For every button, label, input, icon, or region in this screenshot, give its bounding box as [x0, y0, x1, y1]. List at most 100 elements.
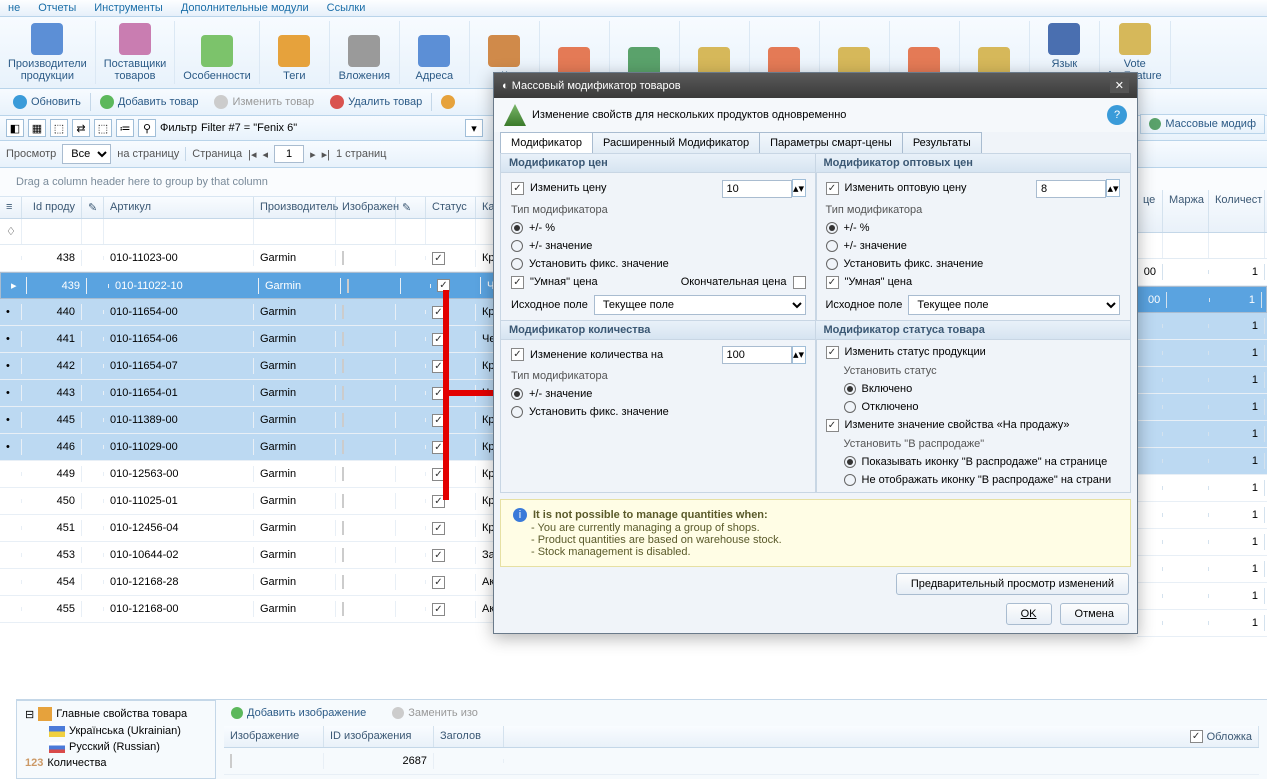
status-checkbox[interactable]: ✓ [432, 522, 445, 535]
refresh-button[interactable]: Обновить [6, 92, 88, 112]
tab-modifier[interactable]: Модификатор [500, 132, 593, 153]
spinner-icon[interactable]: ▴▾ [792, 179, 806, 197]
last-page-button[interactable]: ▸| [322, 148, 330, 161]
tab-smartprice[interactable]: Параметры смарт-цены [759, 132, 903, 153]
first-page-button[interactable]: |◂ [248, 148, 256, 161]
table-row[interactable]: 1 [1137, 394, 1267, 421]
menu-item[interactable]: Инструменты [94, 2, 163, 14]
filter-button[interactable]: ⇄ [72, 119, 90, 137]
filter-button[interactable]: ◧ [6, 119, 24, 137]
final-price-checkbox[interactable] [793, 276, 806, 289]
ribbon-button[interactable]: Вложения [330, 21, 400, 84]
status-checkbox[interactable]: ✓ [432, 252, 445, 265]
ribbon-button[interactable]: Поставщикитоваров [96, 21, 176, 84]
table-row[interactable]: 1 [1137, 583, 1267, 610]
table-row[interactable]: 1 [1137, 448, 1267, 475]
table-row[interactable]: 1 [1137, 475, 1267, 502]
thumbnail [342, 440, 344, 454]
mass-modify-button[interactable]: Массовые модиф [1140, 114, 1265, 134]
edit-product-button[interactable]: Изменить товар [207, 92, 321, 112]
radio-enabled[interactable] [844, 383, 856, 395]
ribbon-icon [418, 35, 450, 67]
prev-page-button[interactable]: ◂ [263, 148, 269, 161]
help-icon[interactable]: ? [1107, 105, 1127, 125]
ok-button[interactable]: OK [1006, 603, 1052, 625]
change-price-checkbox[interactable]: ✓ [511, 182, 524, 195]
table-row[interactable]: 1 [1137, 529, 1267, 556]
price-value-input[interactable] [722, 180, 792, 198]
ribbon-button[interactable]: Производителипродукции [0, 21, 96, 84]
radio-value[interactable] [511, 240, 523, 252]
cover-checkbox[interactable]: ✓ [1190, 730, 1203, 743]
ribbon-icon [1048, 23, 1080, 55]
radio-value[interactable] [511, 388, 523, 400]
add-image-button[interactable]: Добавить изображение [224, 704, 373, 722]
warning-box: i It is not possible to manage quantitie… [500, 499, 1131, 567]
menu-item[interactable]: Дополнительные модули [181, 2, 309, 14]
next-page-button[interactable]: ▸ [310, 148, 316, 161]
qty-value-input[interactable] [722, 346, 792, 364]
tab-results[interactable]: Результаты [902, 132, 982, 153]
source-field-select[interactable]: Текущее поле [908, 295, 1120, 315]
preview-button[interactable]: Предварительный просмотр изменений [896, 573, 1129, 595]
table-row[interactable]: 001 [1137, 286, 1267, 313]
ribbon-button[interactable]: Особенности [175, 21, 260, 84]
properties-tree[interactable]: ⊟ Главные свойства товара Українська (Uk… [16, 700, 216, 779]
table-row[interactable]: 1 [1137, 313, 1267, 340]
menu-item[interactable]: не [8, 2, 20, 14]
ribbon-icon [119, 23, 151, 55]
filter-button[interactable]: ▦ [28, 119, 46, 137]
spinner-icon[interactable]: ▴▾ [792, 346, 806, 364]
smart-price-checkbox[interactable]: ✓ [511, 276, 524, 289]
dialog-titlebar[interactable]: ◐ Массовый модификатор товаров ✕ [494, 73, 1137, 98]
change-status-checkbox[interactable]: ✓ [826, 346, 839, 359]
add-product-button[interactable]: Добавить товар [93, 92, 206, 112]
page-size-select[interactable]: Все [62, 144, 111, 164]
cancel-button[interactable]: Отмена [1060, 603, 1129, 625]
filter-button[interactable]: ≔ [116, 119, 134, 137]
radio-percent[interactable] [826, 222, 838, 234]
table-row[interactable]: 1 [1137, 367, 1267, 394]
tool-button[interactable] [434, 92, 462, 112]
filter-dropdown[interactable]: ▾ [465, 119, 483, 137]
tab-extended[interactable]: Расширенный Модификатор [592, 132, 760, 153]
table-row[interactable]: 1 [1137, 421, 1267, 448]
wprice-value-input[interactable] [1036, 180, 1106, 198]
spinner-icon[interactable]: ▴▾ [1106, 179, 1120, 197]
ribbon-button[interactable]: Адреса [400, 21, 470, 84]
table-row[interactable]: 1 [1137, 502, 1267, 529]
close-icon[interactable]: ✕ [1110, 78, 1129, 93]
change-wprice-checkbox[interactable]: ✓ [826, 182, 839, 195]
radio-disabled[interactable] [844, 401, 856, 413]
filter-button[interactable]: ⬚ [94, 119, 112, 137]
status-checkbox[interactable]: ✓ [432, 549, 445, 562]
table-row[interactable]: 1 [1137, 556, 1267, 583]
radio-fixed[interactable] [826, 258, 838, 270]
table-row[interactable]: 1 [1137, 340, 1267, 367]
status-checkbox[interactable]: ✓ [432, 576, 445, 589]
filter-button[interactable]: ⚲ [138, 119, 156, 137]
page-number-input[interactable] [274, 145, 304, 163]
replace-image-button[interactable]: Заменить изо [385, 704, 485, 722]
filter-button[interactable]: ⬚ [50, 119, 68, 137]
table-row[interactable]: 1 [1137, 610, 1267, 637]
source-field-select[interactable]: Текущее поле [594, 295, 806, 315]
change-onsale-checkbox[interactable]: ✓ [826, 419, 839, 432]
radio-fixed[interactable] [511, 406, 523, 418]
radio-hide-onsale[interactable] [844, 474, 856, 486]
change-qty-checkbox[interactable]: ✓ [511, 348, 524, 361]
delete-product-button[interactable]: Удалить товар [323, 92, 429, 112]
menu-item[interactable]: Ссылки [327, 2, 366, 14]
radio-fixed[interactable] [511, 258, 523, 270]
table-row[interactable]: 001 [1137, 259, 1267, 286]
thumbnail [342, 251, 344, 265]
radio-show-onsale[interactable] [844, 456, 856, 468]
radio-value[interactable] [826, 240, 838, 252]
minus-icon[interactable]: ⊟ [25, 708, 34, 721]
ribbon-button[interactable]: Теги [260, 21, 330, 84]
info-icon: i [513, 508, 527, 522]
status-checkbox[interactable]: ✓ [432, 603, 445, 616]
menu-item[interactable]: Отчеты [38, 2, 76, 14]
radio-percent[interactable] [511, 222, 523, 234]
smart-price-checkbox[interactable]: ✓ [826, 276, 839, 289]
